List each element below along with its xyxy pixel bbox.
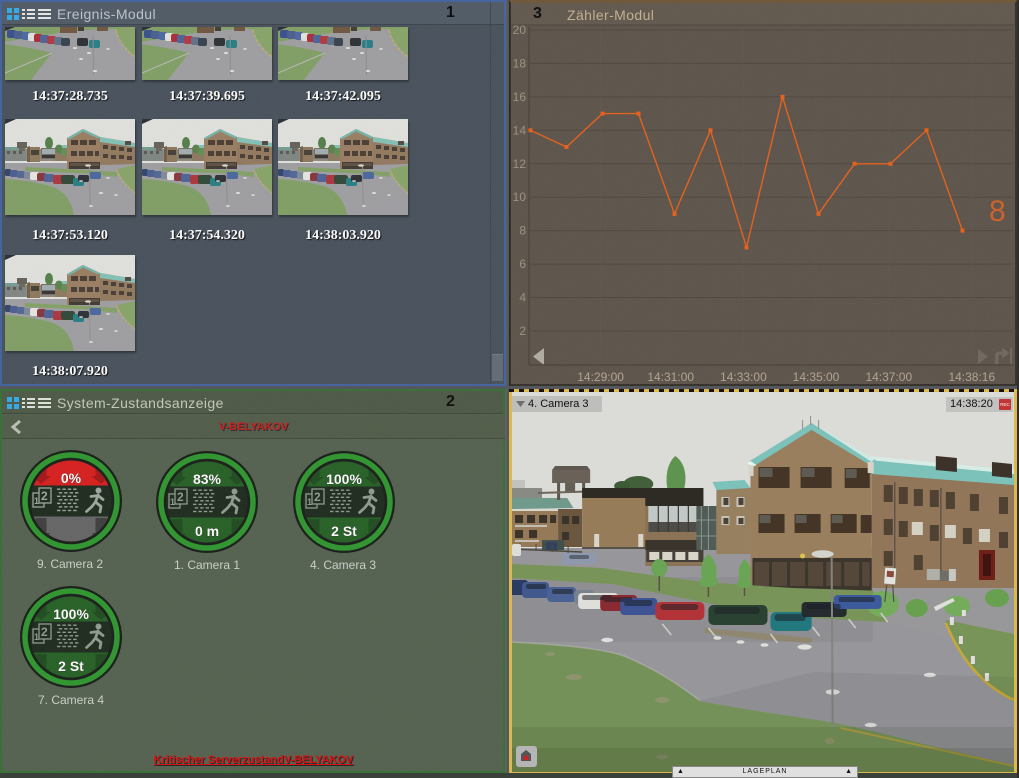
svg-text:14:31:00: 14:31:00 [647,370,694,384]
svg-text:100%: 100% [326,471,362,487]
svg-text:10: 10 [513,190,527,204]
svg-text:4: 4 [519,291,526,305]
svg-text:1: 1 [34,632,39,642]
svg-text:100%: 100% [53,606,89,622]
svg-text:0%: 0% [60,470,81,486]
svg-text:8: 8 [989,195,1006,228]
svg-text:14:35:00: 14:35:00 [793,370,840,384]
svg-text:2: 2 [519,324,526,338]
svg-text:1: 1 [34,496,39,506]
svg-text:14:29:00: 14:29:00 [577,370,624,384]
svg-text:8: 8 [519,224,526,238]
svg-text:12: 12 [513,157,527,171]
svg-text:1: 1 [307,497,312,507]
svg-text:14:37:00: 14:37:00 [865,370,912,384]
svg-text:14:33:00: 14:33:00 [720,370,767,384]
svg-text:6: 6 [519,257,526,271]
svg-text:2: 2 [41,625,48,639]
svg-text:0 m: 0 m [195,523,219,539]
svg-text:18: 18 [513,56,527,70]
svg-text:2 St: 2 St [58,658,84,674]
svg-text:1: 1 [170,497,175,507]
svg-text:2: 2 [177,490,184,504]
svg-text:2: 2 [314,490,321,504]
svg-text:14:38:16: 14:38:16 [948,370,995,384]
svg-text:2: 2 [41,489,48,503]
svg-text:16: 16 [513,90,527,104]
svg-text:83%: 83% [193,471,222,487]
svg-text:2 St: 2 St [331,523,357,539]
svg-text:14: 14 [513,123,527,137]
